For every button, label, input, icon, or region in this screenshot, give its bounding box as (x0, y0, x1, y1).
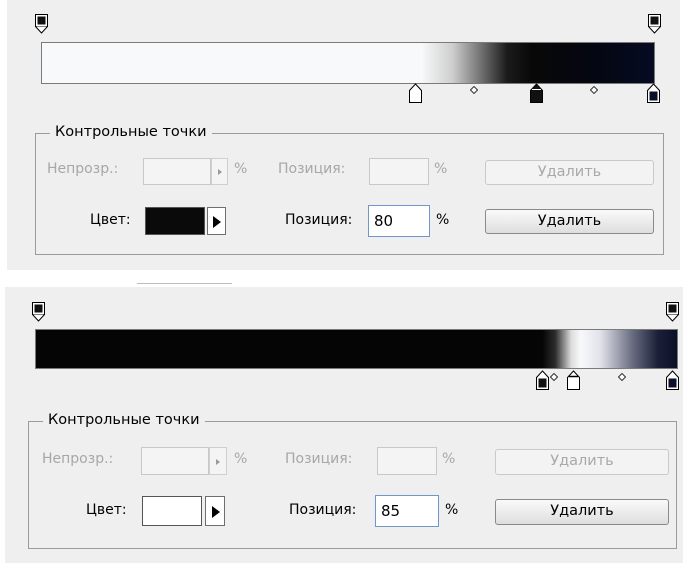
color-position-label: Позиция: (289, 502, 357, 518)
opacity-position-label: Позиция: (278, 161, 346, 177)
color-menu-button[interactable] (205, 496, 225, 526)
opacity-stop-left[interactable] (32, 302, 45, 322)
gradient-editor-panel-1: Контрольные точки Непрозр.: % Позиция: %… (7, 0, 680, 270)
midpoint-diamond-icon[interactable] (590, 86, 598, 94)
gradient-editor-panel-2: Контрольные точки Непрозр.: % Позиция: %… (5, 287, 683, 563)
opacity-unit: % (234, 451, 248, 467)
color-position-unit: % (436, 212, 450, 228)
midpoint-diamond-icon[interactable] (470, 86, 478, 94)
opacity-delete-button[interactable]: Удалить (485, 160, 654, 185)
midpoint-diamond-icon[interactable] (618, 373, 626, 381)
caret-right-icon (212, 506, 220, 518)
color-stop-black[interactable] (536, 370, 549, 390)
stops-groupbox: Контрольные точки Непрозр.: % Позиция: %… (35, 124, 664, 255)
opacity-label: Непрозр.: (47, 161, 119, 177)
color-position-unit: % (445, 502, 459, 518)
color-position-input[interactable]: 80 (368, 205, 430, 237)
opacity-dropdown-button[interactable] (211, 158, 228, 185)
color-delete-button[interactable]: Удалить (485, 209, 654, 234)
opacity-unit: % (234, 161, 248, 177)
opacity-delete-button[interactable]: Удалить (495, 449, 669, 475)
opacity-stop-right[interactable] (666, 302, 679, 322)
color-stop-navy[interactable] (647, 83, 660, 103)
color-position-label: Позиция: (285, 212, 353, 228)
color-swatch[interactable] (142, 496, 202, 526)
opacity-position-unit: % (442, 451, 456, 467)
group-title: Контрольные точки (43, 412, 205, 428)
gradient-bar[interactable] (41, 42, 655, 84)
caret-right-icon (216, 459, 220, 465)
color-delete-button[interactable]: Удалить (495, 499, 669, 525)
opacity-label: Непрозр.: (42, 451, 114, 467)
color-label: Цвет: (90, 212, 131, 228)
color-stop-navy[interactable] (666, 370, 679, 390)
color-stop-black-selected[interactable] (530, 83, 543, 103)
opacity-position-field[interactable] (369, 158, 429, 185)
opacity-field[interactable] (141, 447, 209, 475)
group-title: Контрольные точки (50, 124, 212, 140)
opacity-position-field[interactable] (377, 447, 437, 475)
gradient-bar[interactable] (35, 329, 678, 369)
color-menu-button[interactable] (207, 207, 226, 235)
opacity-position-unit: % (434, 161, 448, 177)
caret-right-icon (218, 169, 222, 175)
opacity-field[interactable] (143, 158, 211, 185)
color-stop-white[interactable] (409, 83, 422, 103)
midpoint-diamond-icon[interactable] (550, 373, 558, 381)
opacity-dropdown-button[interactable] (209, 447, 227, 475)
opacity-position-label: Позиция: (285, 451, 353, 467)
opacity-stop-left[interactable] (35, 14, 48, 34)
caret-right-icon (213, 216, 221, 228)
color-label: Цвет: (86, 502, 127, 518)
color-position-input[interactable]: 85 (375, 495, 439, 527)
divider (137, 283, 232, 284)
color-stop-white-selected[interactable] (567, 370, 580, 390)
opacity-stop-right[interactable] (648, 14, 661, 34)
stops-groupbox: Контрольные точки Непрозр.: % Позиция: %… (28, 412, 677, 549)
color-swatch[interactable] (145, 207, 205, 235)
